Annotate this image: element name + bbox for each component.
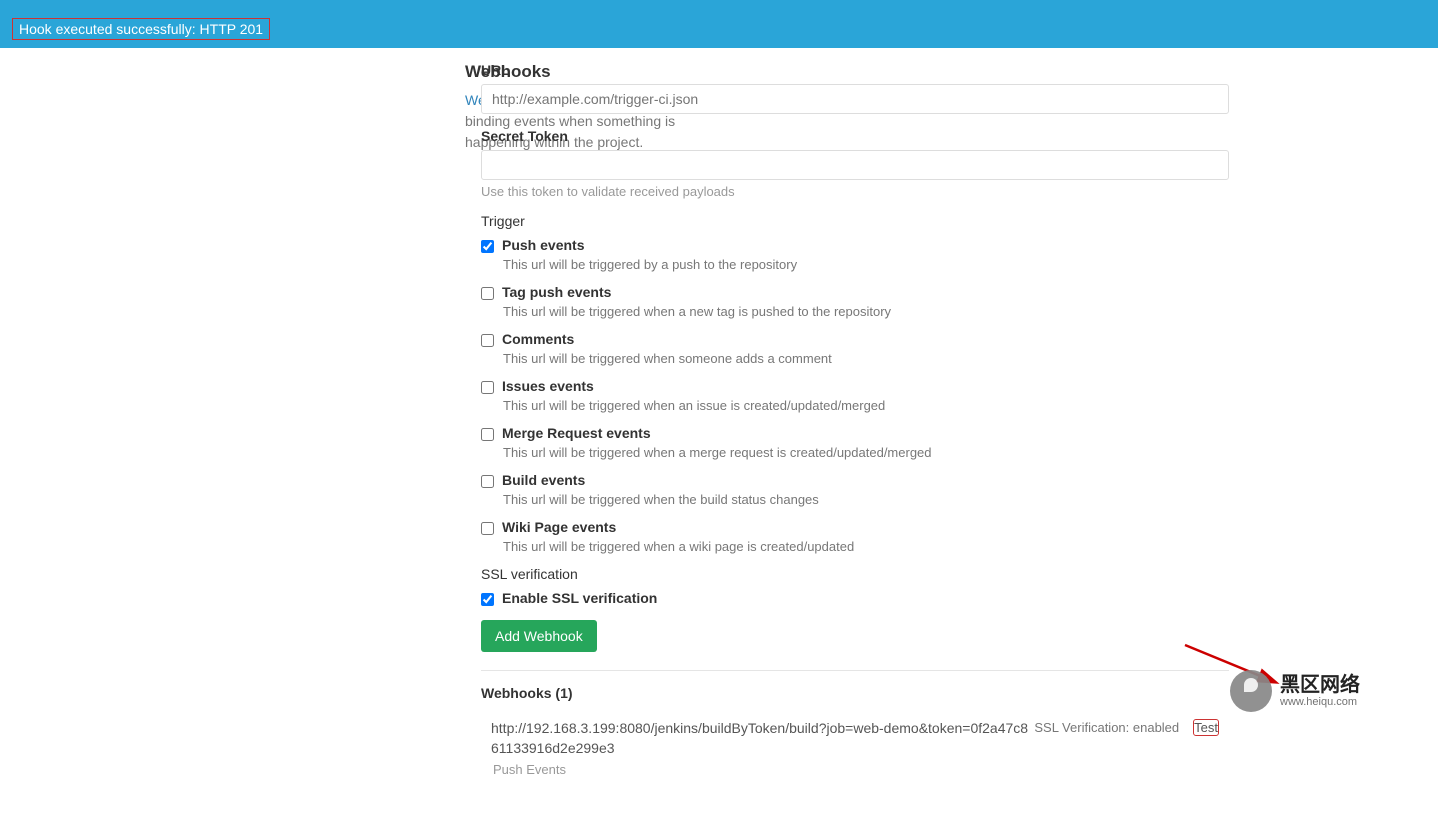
trigger-label-5: Build events [502,472,585,488]
add-webhook-button[interactable]: Add Webhook [481,620,597,652]
webhook-item: http://192.168.3.199:8080/jenkins/buildB… [481,715,1229,781]
ssl-enable-label: Enable SSL verification [502,590,657,606]
trigger-checkbox-6[interactable] [481,522,494,535]
trigger-checkbox-1[interactable] [481,287,494,300]
webhook-url: http://192.168.3.199:8080/jenkins/buildB… [491,719,1034,758]
watermark-url: www.heiqu.com [1280,696,1360,708]
trigger-label-2: Comments [502,331,574,347]
webhook-tag: Push Events [493,762,1034,777]
trigger-desc-6: This url will be triggered when a wiki p… [503,539,1229,554]
trigger-checkbox-4[interactable] [481,428,494,441]
webhook-ssl-status: SSL Verification: enabled [1034,720,1179,735]
watermark: 黑区网络 www.heiqu.com [1230,670,1360,712]
trigger-label-1: Tag push events [502,284,611,300]
trigger-desc-4: This url will be triggered when a merge … [503,445,1229,460]
trigger-desc-2: This url will be triggered when someone … [503,351,1229,366]
url-input[interactable] [481,84,1229,114]
sidebar: Webhooks Webhooks can be used for bindin… [69,62,481,781]
trigger-label-3: Issues events [502,378,594,394]
secret-help: Use this token to validate received payl… [481,184,1229,199]
trigger-checkbox-3[interactable] [481,381,494,394]
ssl-section-label: SSL verification [481,566,1229,582]
url-label: URL [481,62,1229,78]
top-bar [0,0,1438,10]
trigger-section-label: Trigger [481,213,1229,229]
webhooks-list-title: Webhooks (1) [481,685,1229,701]
trigger-desc-3: This url will be triggered when an issue… [503,398,1229,413]
watermark-icon [1230,670,1272,712]
trigger-desc-5: This url will be triggered when the buil… [503,492,1229,507]
flash-banner: Hook executed successfully: HTTP 201 [0,10,1438,48]
watermark-cn: 黑区网络 [1280,674,1360,696]
trigger-checkbox-0[interactable] [481,240,494,253]
trigger-desc-1: This url will be triggered when a new ta… [503,304,1229,319]
trigger-desc-0: This url will be triggered by a push to … [503,257,1229,272]
test-button[interactable]: Test [1193,719,1219,736]
secret-label: Secret Token [481,128,1229,144]
trigger-label-0: Push events [502,237,584,253]
trigger-label-6: Wiki Page events [502,519,616,535]
secret-input[interactable] [481,150,1229,180]
ssl-checkbox[interactable] [481,593,494,606]
trigger-checkbox-2[interactable] [481,334,494,347]
trigger-label-4: Merge Request events [502,425,651,441]
flash-message: Hook executed successfully: HTTP 201 [12,18,270,40]
trigger-checkbox-5[interactable] [481,475,494,488]
divider [481,670,1229,671]
